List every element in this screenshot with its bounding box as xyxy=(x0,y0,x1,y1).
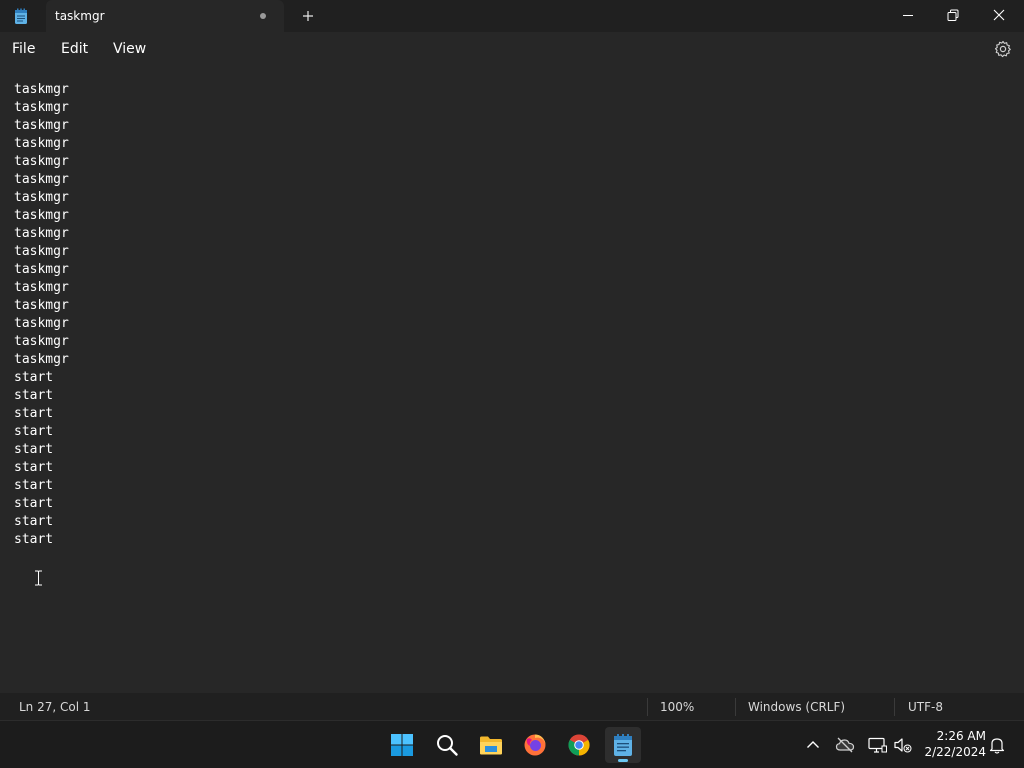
start-icon xyxy=(391,734,413,756)
encoding[interactable]: UTF-8 xyxy=(908,700,943,714)
cursor-position: Ln 27, Col 1 xyxy=(19,700,91,714)
menu-view[interactable]: View xyxy=(113,41,146,57)
editor-line[interactable]: taskmgr xyxy=(14,315,69,333)
editor-line[interactable]: taskmgr xyxy=(14,297,69,315)
editor-line[interactable]: start xyxy=(14,531,69,549)
tab-title: taskmgr xyxy=(55,9,105,23)
clock[interactable]: 2:26 AM 2/22/2024 xyxy=(918,728,986,760)
editor-line[interactable]: start xyxy=(14,513,69,531)
volume-muted-icon xyxy=(894,738,912,753)
restore-icon xyxy=(947,9,959,21)
gear-icon xyxy=(994,40,1011,58)
editor-line[interactable]: start xyxy=(14,423,69,441)
editor-line[interactable]: taskmgr xyxy=(14,351,69,369)
text-editor[interactable]: taskmgr taskmgr taskmgr taskmgr taskmgr taskm… xyxy=(0,66,1024,693)
editor-line[interactable]: start xyxy=(14,477,69,495)
close-icon xyxy=(993,9,1005,21)
minimize-button[interactable] xyxy=(885,0,931,32)
status-divider xyxy=(647,698,648,716)
status-divider xyxy=(735,698,736,716)
editor-line[interactable]: taskmgr xyxy=(14,225,69,243)
active-app-indicator xyxy=(618,759,628,762)
status-bar: Ln 27, Col 1 100% Windows (CRLF) UTF-8 xyxy=(0,693,1024,720)
notepad-app-icon xyxy=(14,8,28,25)
settings-button[interactable] xyxy=(994,40,1012,58)
unsaved-indicator-icon[interactable] xyxy=(260,13,266,19)
document-tab[interactable]: taskmgr xyxy=(46,0,284,32)
chrome-icon xyxy=(568,734,590,756)
new-tab-button[interactable] xyxy=(298,6,318,26)
editor-line[interactable]: taskmgr xyxy=(14,153,69,171)
editor-line[interactable]: start xyxy=(14,459,69,477)
editor-line[interactable]: taskmgr xyxy=(14,117,69,135)
text-cursor-icon xyxy=(34,570,43,586)
line-ending[interactable]: Windows (CRLF) xyxy=(748,700,845,714)
editor-line[interactable]: taskmgr xyxy=(14,135,69,153)
notifications-button[interactable] xyxy=(987,735,1007,755)
editor-line[interactable]: taskmgr xyxy=(14,243,69,261)
zoom-level[interactable]: 100% xyxy=(660,700,694,714)
start-button[interactable] xyxy=(384,727,420,763)
close-button[interactable] xyxy=(976,0,1022,32)
editor-line[interactable]: start xyxy=(14,441,69,459)
notepad-window: taskmgr File Edit View taskmgr taskmgr t… xyxy=(0,0,1024,720)
bell-icon xyxy=(989,738,1005,754)
volume-button[interactable] xyxy=(893,735,913,755)
restore-button[interactable] xyxy=(930,0,976,32)
chevron-up-icon xyxy=(807,741,819,748)
editor-line[interactable]: taskmgr xyxy=(14,99,69,117)
editor-line[interactable]: start xyxy=(14,405,69,423)
editor-line[interactable]: start xyxy=(14,369,69,387)
editor-line[interactable]: taskmgr xyxy=(14,207,69,225)
editor-line[interactable]: taskmgr xyxy=(14,333,69,351)
plus-icon xyxy=(303,11,313,21)
firefox-icon xyxy=(524,734,546,756)
onedrive-button[interactable] xyxy=(835,735,855,755)
title-bar[interactable]: taskmgr xyxy=(0,0,1024,32)
chrome-button[interactable] xyxy=(561,727,597,763)
status-divider xyxy=(894,698,895,716)
editor-line[interactable]: taskmgr xyxy=(14,81,69,99)
editor-line[interactable]: taskmgr xyxy=(14,171,69,189)
firefox-button[interactable] xyxy=(517,727,553,763)
file-explorer-icon xyxy=(480,736,502,755)
minimize-icon xyxy=(903,15,913,16)
clock-time: 2:26 AM xyxy=(936,729,986,743)
search-button[interactable] xyxy=(429,727,465,763)
editor-line[interactable]: start xyxy=(14,387,69,405)
file-explorer-button[interactable] xyxy=(473,727,509,763)
menu-edit[interactable]: Edit xyxy=(61,41,88,57)
editor-line[interactable]: taskmgr xyxy=(14,261,69,279)
editor-line[interactable]: start xyxy=(14,495,69,513)
editor-text[interactable]: taskmgr taskmgr taskmgr taskmgr taskmgr taskm… xyxy=(14,81,69,549)
editor-line[interactable]: taskmgr xyxy=(14,189,69,207)
show-hidden-icons-button[interactable] xyxy=(803,735,823,755)
clock-date: 2/22/2024 xyxy=(924,745,986,759)
network-button[interactable] xyxy=(867,735,887,755)
search-icon xyxy=(437,735,458,756)
menu-file[interactable]: File xyxy=(12,41,35,57)
network-icon xyxy=(868,737,887,753)
notepad-taskbar-button[interactable] xyxy=(605,727,641,763)
menu-bar: File Edit View xyxy=(0,32,1024,66)
editor-line[interactable]: taskmgr xyxy=(14,279,69,297)
notepad-icon xyxy=(614,734,632,756)
taskbar: 2:26 AM 2/22/2024 xyxy=(0,720,1024,768)
cloud-offline-icon xyxy=(835,737,855,753)
